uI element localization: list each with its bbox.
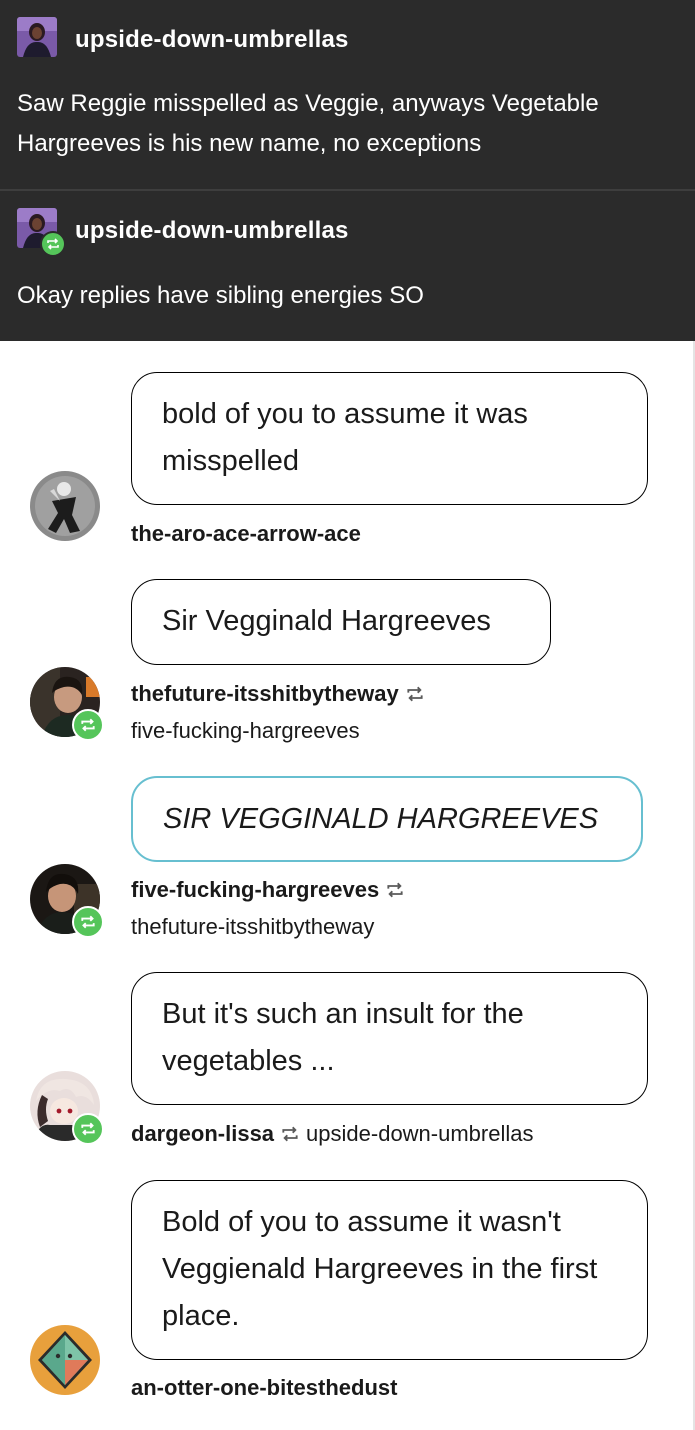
post-text: Okay replies have sibling energies SO — [17, 282, 424, 309]
reply-bubble-highlighted: SIR VEGGINALD HARGREEVES — [131, 776, 643, 862]
reblogged-from[interactable]: thefuture-itsshitbytheway — [131, 914, 374, 940]
reblog-post: upside-down-umbrellas Okay replies have … — [0, 191, 695, 341]
reblog-icon — [385, 878, 405, 904]
avatar[interactable] — [17, 17, 57, 57]
reply-username-line: thefuture-itsshitbytheway — [131, 681, 431, 708]
reply-bubble: bold of you to assume it was misspelled — [131, 372, 648, 505]
reply-bubble: Sir Vegginald Hargreeves — [131, 579, 551, 665]
avatar[interactable] — [30, 471, 100, 541]
reply-username[interactable]: thefuture-itsshitbytheway — [131, 681, 399, 706]
reply-username-line: five-fucking-hargreeves — [131, 877, 411, 904]
reblogged-from[interactable]: five-fucking-hargreeves — [131, 718, 360, 744]
avatar-group — [30, 864, 104, 938]
reply-bubble: But it's such an insult for the vegetabl… — [131, 972, 648, 1105]
reblogged-from[interactable]: upside-down-umbrellas — [306, 1121, 533, 1146]
reblog-icon — [40, 231, 66, 257]
post-username[interactable]: upside-down-umbrellas — [75, 26, 349, 54]
avatar[interactable] — [30, 1325, 100, 1395]
reblog-icon — [72, 1113, 104, 1145]
avatar-group — [30, 1071, 104, 1145]
avatar-group — [30, 667, 104, 741]
reply-username[interactable]: dargeon-lissa — [131, 1121, 274, 1146]
reblog-icon — [72, 709, 104, 741]
reblog-icon — [72, 906, 104, 938]
reply-username[interactable]: five-fucking-hargreeves — [131, 877, 379, 902]
post-text: Saw Reggie misspelled as Veggie, anyways… — [17, 90, 599, 157]
reblog-icon — [405, 682, 425, 708]
reply-username-line: dargeon-lissa upside-down-umbrellas — [131, 1121, 534, 1148]
post-username[interactable]: upside-down-umbrellas — [75, 217, 349, 245]
reply-username[interactable]: the-aro-ace-arrow-ace — [131, 521, 361, 547]
reply-username[interactable]: an-otter-one-bitesthedust — [131, 1375, 397, 1401]
reblog-icon — [280, 1122, 300, 1148]
reply-bubble: Bold of you to assume it wasn't Veggiena… — [131, 1180, 648, 1360]
original-post: upside-down-umbrellas Saw Reggie misspel… — [0, 0, 695, 189]
